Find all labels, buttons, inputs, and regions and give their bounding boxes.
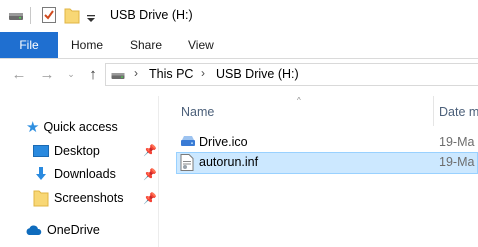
tab-home[interactable]: Home — [71, 32, 103, 58]
file-name[interactable]: autorun.inf — [199, 155, 258, 169]
sort-ascending-icon: ^ — [297, 96, 301, 105]
nav-item-screenshots[interactable]: Screenshots — [33, 187, 123, 209]
breadcrumb-this-pc[interactable]: This PC — [149, 67, 193, 81]
star-icon: ★ — [26, 119, 40, 136]
file-date: 19-Ma — [439, 155, 475, 169]
inf-file-icon — [180, 154, 194, 174]
window-title: USB Drive (H:) — [110, 8, 193, 22]
drive-window-icon — [8, 10, 24, 25]
breadcrumb-chevron-icon[interactable]: › — [134, 66, 138, 80]
nav-item-desktop[interactable]: Desktop — [33, 140, 100, 162]
recent-locations-chevron-icon[interactable]: ⌄ — [62, 64, 80, 84]
back-arrow-icon[interactable]: ← — [10, 64, 28, 84]
nav-item-downloads-label: Downloads — [54, 167, 116, 181]
nav-onedrive-label: OneDrive — [47, 223, 100, 237]
drive-address-icon — [111, 70, 125, 84]
tab-view[interactable]: View — [188, 32, 214, 58]
tab-share[interactable]: Share — [130, 32, 162, 58]
nav-quick-access[interactable]: ★ Quick access — [26, 116, 118, 138]
drive-ico-icon — [180, 134, 196, 152]
desktop-icon — [33, 144, 49, 158]
up-arrow-icon[interactable]: ↑ — [84, 64, 102, 84]
pane-divider[interactable] — [158, 96, 159, 247]
nav-onedrive[interactable]: OneDrive — [25, 219, 100, 241]
nav-item-downloads[interactable]: Downloads — [33, 163, 116, 185]
column-header-date[interactable]: Date m — [439, 105, 478, 119]
folder-icon — [33, 189, 49, 207]
customize-toolbar-dropdown-icon[interactable] — [86, 12, 96, 26]
tab-file[interactable]: File — [0, 32, 58, 58]
breadcrumb-chevron-icon[interactable]: › — [201, 66, 205, 80]
nav-item-desktop-label: Desktop — [54, 144, 100, 158]
nav-item-screenshots-label: Screenshots — [54, 191, 124, 205]
nav-quick-access-label: Quick access — [43, 120, 118, 134]
column-divider[interactable] — [433, 96, 434, 126]
forward-arrow-icon[interactable]: → — [38, 64, 56, 84]
cloud-icon — [25, 225, 42, 236]
quick-access-separator — [30, 7, 31, 24]
new-folder-icon[interactable] — [64, 6, 80, 27]
pin-icon[interactable]: 📌 — [143, 144, 157, 157]
downloads-icon — [33, 166, 49, 182]
properties-icon[interactable] — [41, 6, 57, 27]
file-name[interactable]: Drive.ico — [199, 135, 248, 149]
pin-icon[interactable]: 📌 — [143, 168, 157, 181]
file-date: 19-Ma — [439, 135, 475, 149]
breadcrumb-usb-drive[interactable]: USB Drive (H:) — [216, 67, 299, 81]
pin-icon[interactable]: 📌 — [143, 192, 157, 205]
column-header-name[interactable]: Name — [181, 105, 214, 119]
